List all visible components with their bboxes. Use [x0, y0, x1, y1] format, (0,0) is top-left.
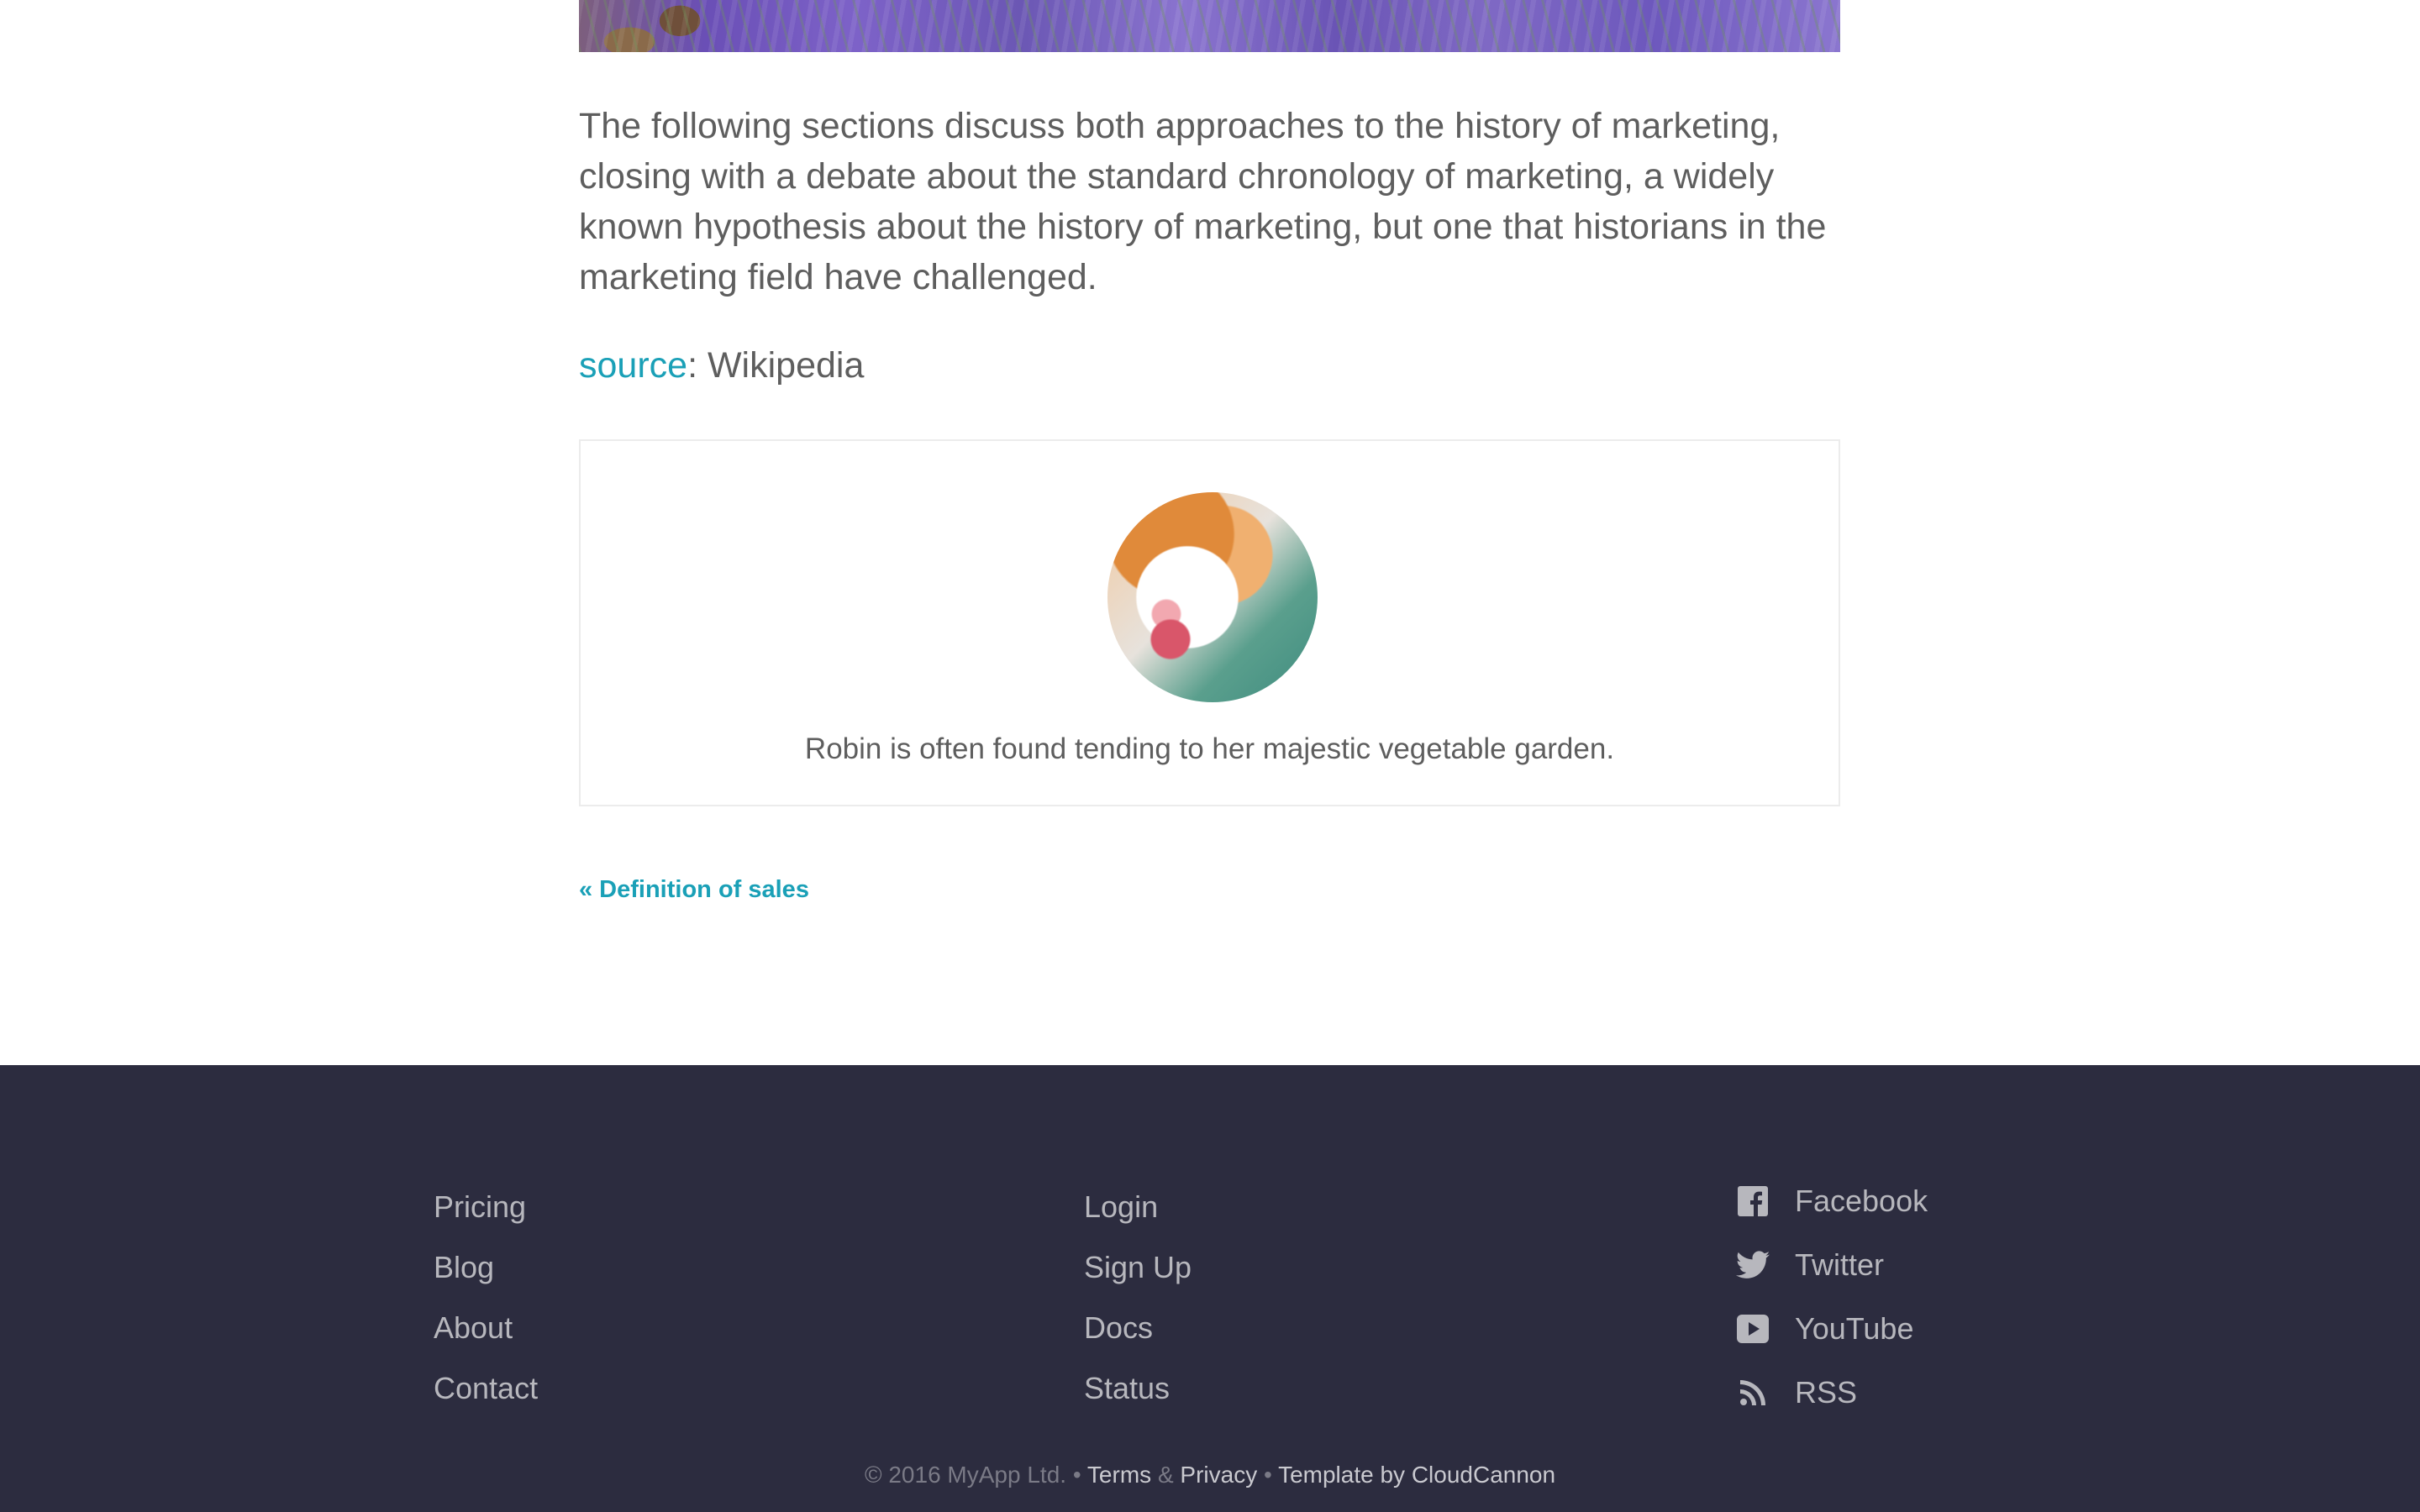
footer-link-about[interactable]: About	[434, 1293, 538, 1353]
footer-social-youtube[interactable]: YouTube	[1736, 1297, 1928, 1361]
author-caption: Robin is often found tending to her maje…	[804, 732, 1615, 765]
footer-column-product: Pricing Blog About Contact	[434, 1172, 538, 1414]
previous-post-link[interactable]: « Definition of sales	[579, 876, 809, 904]
footer-social-rss[interactable]: RSS	[1736, 1361, 1928, 1425]
youtube-label: YouTube	[1795, 1311, 1914, 1346]
twitter-icon	[1736, 1248, 1770, 1282]
article-paragraph: The following sections discuss both appr…	[579, 106, 1827, 297]
bullet-separator: •	[1263, 1462, 1272, 1488]
footer-link-login[interactable]: Login	[1084, 1172, 1192, 1232]
terms-link[interactable]: Terms	[1087, 1462, 1151, 1488]
copyright-text: © 2016 MyApp Ltd.	[864, 1462, 1067, 1488]
facebook-icon	[1736, 1184, 1770, 1218]
footer-column-social: Facebook Twitter YouTube RSS	[1736, 1169, 1928, 1425]
site-footer: Pricing Blog About Contact Login Sign Up…	[0, 1065, 2420, 1512]
hero-image	[579, 0, 1840, 52]
rss-icon	[1736, 1376, 1770, 1410]
author-avatar	[1107, 492, 1318, 702]
footer-link-blog[interactable]: Blog	[434, 1232, 538, 1293]
source-line: source: Wikipedia	[579, 340, 864, 391]
bullet-separator: •	[1072, 1462, 1081, 1488]
footer-link-pricing[interactable]: Pricing	[434, 1172, 538, 1232]
rss-label: RSS	[1795, 1375, 1858, 1410]
footer-social-twitter[interactable]: Twitter	[1736, 1233, 1928, 1297]
footer-link-contact[interactable]: Contact	[434, 1353, 538, 1414]
source-value: : Wikipedia	[687, 345, 865, 386]
privacy-link[interactable]: Privacy	[1180, 1462, 1257, 1488]
twitter-label: Twitter	[1795, 1247, 1885, 1282]
template-credit-link[interactable]: Template by CloudCannon	[1278, 1462, 1555, 1488]
youtube-icon	[1736, 1312, 1770, 1346]
footer-link-status[interactable]: Status	[1084, 1353, 1192, 1414]
source-link[interactable]: source	[579, 345, 687, 386]
footer-link-signup[interactable]: Sign Up	[1084, 1232, 1192, 1293]
footer-column-account: Login Sign Up Docs Status	[1084, 1172, 1192, 1414]
author-card: Robin is often found tending to her maje…	[579, 439, 1840, 806]
facebook-label: Facebook	[1795, 1184, 1928, 1218]
footer-social-facebook[interactable]: Facebook	[1736, 1169, 1928, 1233]
footer-link-docs[interactable]: Docs	[1084, 1293, 1192, 1353]
ampersand: &	[1157, 1462, 1174, 1488]
footer-copyright: © 2016 MyApp Ltd. • Terms & Privacy • Te…	[0, 1462, 2420, 1488]
